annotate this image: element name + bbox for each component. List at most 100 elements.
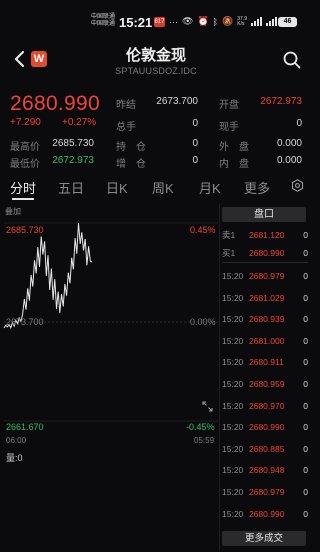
trade-price: 2680.979 <box>249 271 285 281</box>
page-title: 伦敦金现 <box>125 47 186 64</box>
trade-volume: 0 <box>303 271 308 281</box>
trade-price: 2680.979 <box>249 487 285 497</box>
ask-1-price: 2681.120 <box>249 230 285 240</box>
trade-volume: 0 <box>303 508 308 519</box>
active-tab-indicator <box>12 198 34 200</box>
trade-time: 15:20 <box>222 487 244 497</box>
trade-row: 15:20 2680.885 0 <box>222 443 310 455</box>
trade-time: 15:20 <box>222 271 244 281</box>
y-axis-top: 2685.730 <box>6 225 44 235</box>
bid-1-price: 2680.990 <box>249 248 285 258</box>
dots-icon: ··· <box>169 16 178 27</box>
expand-icon[interactable] <box>202 401 213 412</box>
trade-row: 15:20 2680.979 0 <box>222 270 310 282</box>
total-hand-value: 0 <box>192 118 198 129</box>
low-value: 2672.973 <box>52 155 94 166</box>
trade-time: 15:20 <box>222 400 244 411</box>
now-hand-value: 0 <box>296 118 302 129</box>
price-change-pct: +0.27% <box>62 117 97 128</box>
period-tabs: 分时 五日 日K 周K 月K 更多 <box>0 172 312 202</box>
x-axis-end: 05:59 <box>194 436 215 445</box>
pct-axis-top: 0.45% <box>190 225 216 235</box>
trade-row: 15:20 2680.939 0 <box>222 313 310 325</box>
trade-row: 15:20 2681.000 0 <box>222 335 310 347</box>
search-icon[interactable] <box>283 51 301 69</box>
tab-weekly-k[interactable]: 周K <box>152 178 174 197</box>
trade-row: 15:20 2681.029 0 <box>222 292 310 304</box>
price-line <box>3 222 93 330</box>
inner-label: 内 盘 <box>219 159 249 170</box>
trade-time: 15:20 <box>222 508 244 519</box>
net-speed: 37.9 K/s <box>237 16 247 27</box>
trade-row: 15:20 2680.990 0 <box>222 508 310 520</box>
now-hand-label: 现手 <box>219 122 239 133</box>
signal-2-icon <box>266 17 278 26</box>
low-label: 最低价 <box>10 159 40 170</box>
tab-daily-k[interactable]: 日K <box>106 178 128 197</box>
high-value: 2685.730 <box>52 138 94 149</box>
status-time: 15:21 <box>119 15 153 30</box>
bid-1-row: 买1 2680.990 0 <box>222 247 308 259</box>
x-axis-start: 06:00 <box>6 436 27 445</box>
trade-price: 2680.911 <box>249 357 284 368</box>
trade-time: 15:20 <box>222 292 244 303</box>
trade-row: 15:20 2680.948 0 <box>222 464 310 476</box>
total-hand-label: 总手 <box>116 122 136 133</box>
ask-1-volume: 0 <box>303 230 308 240</box>
inner-value: 0.000 <box>276 155 302 166</box>
more-trades-button[interactable]: 更多成交 <box>222 531 306 546</box>
alarm-icon: ⏰ <box>197 16 209 26</box>
trade-row: 15:20 2680.970 0 <box>222 400 310 412</box>
status-bar: 中国联通 中国联通 15:21 617 ··· 👁 ⏰ ᛒ 🔕 37.9 K/s… <box>0 0 312 34</box>
trade-volume: 0 <box>303 487 308 497</box>
trade-volume: 0 <box>303 379 308 389</box>
position-value: 0 <box>192 138 198 149</box>
trade-price: 2680.939 <box>249 314 285 325</box>
trade-time: 15:20 <box>222 422 244 433</box>
panel-divider <box>219 204 220 550</box>
tab-monthly-k[interactable]: 月K <box>199 178 221 197</box>
trade-price: 2681.029 <box>249 292 285 303</box>
prev-close-value: 2673.700 <box>156 96 198 107</box>
trade-time: 15:20 <box>222 314 244 325</box>
trade-price: 2681.000 <box>249 335 285 346</box>
trade-volume: 0 <box>303 314 308 325</box>
carrier-1: 中国联通 <box>91 14 116 20</box>
trade-row: 15:20 2680.979 0 <box>222 486 310 498</box>
outer-label: 外 盘 <box>219 142 249 153</box>
increase-value: 0 <box>192 155 198 166</box>
trade-price: 2680.990 <box>249 422 285 433</box>
trade-time: 15:20 <box>222 379 244 389</box>
tab-five-day[interactable]: 五日 <box>58 178 84 197</box>
outer-value: 0.000 <box>276 138 302 149</box>
settings-icon[interactable] <box>291 179 304 192</box>
increase-label: 增 仓 <box>116 159 146 170</box>
net-speed-unit: K/s <box>237 20 245 27</box>
trade-row: 15:20 2680.911 0 <box>222 356 310 368</box>
bluetooth-icon: ᛒ <box>212 16 219 27</box>
trade-time: 15:20 <box>222 465 244 476</box>
trade-price: 2680.885 <box>249 443 285 454</box>
notification-badge: 617 <box>154 16 165 27</box>
trade-price: 2680.970 <box>249 400 285 411</box>
high-label: 最高价 <box>10 142 40 153</box>
tab-intraday[interactable]: 分时 <box>10 178 36 197</box>
trade-volume: 0 <box>303 292 308 303</box>
intraday-chart[interactable] <box>0 216 222 446</box>
bid-1-volume: 0 <box>303 248 308 258</box>
carrier-labels: 中国联通 中国联通 <box>91 14 115 28</box>
volume-label: 量:0 <box>6 453 23 463</box>
trade-row: 15:20 2680.959 0 <box>222 378 310 390</box>
trade-volume: 0 <box>303 465 308 476</box>
y-axis-mid: 2673.700 <box>6 317 44 327</box>
trade-price: 2680.990 <box>249 508 285 519</box>
signal-icon <box>251 17 263 26</box>
open-value: 2672.973 <box>260 96 302 107</box>
trade-price: 2680.948 <box>249 465 285 476</box>
pct-axis-mid: 0.00% <box>190 317 216 327</box>
symbol-code: SPTAUUSDOZ.IDC <box>115 66 197 76</box>
tab-more[interactable]: 更多 <box>244 178 270 197</box>
battery-icon: 46 <box>278 17 297 27</box>
mute-icon: 🔕 <box>222 16 234 26</box>
trade-volume: 0 <box>303 400 308 411</box>
